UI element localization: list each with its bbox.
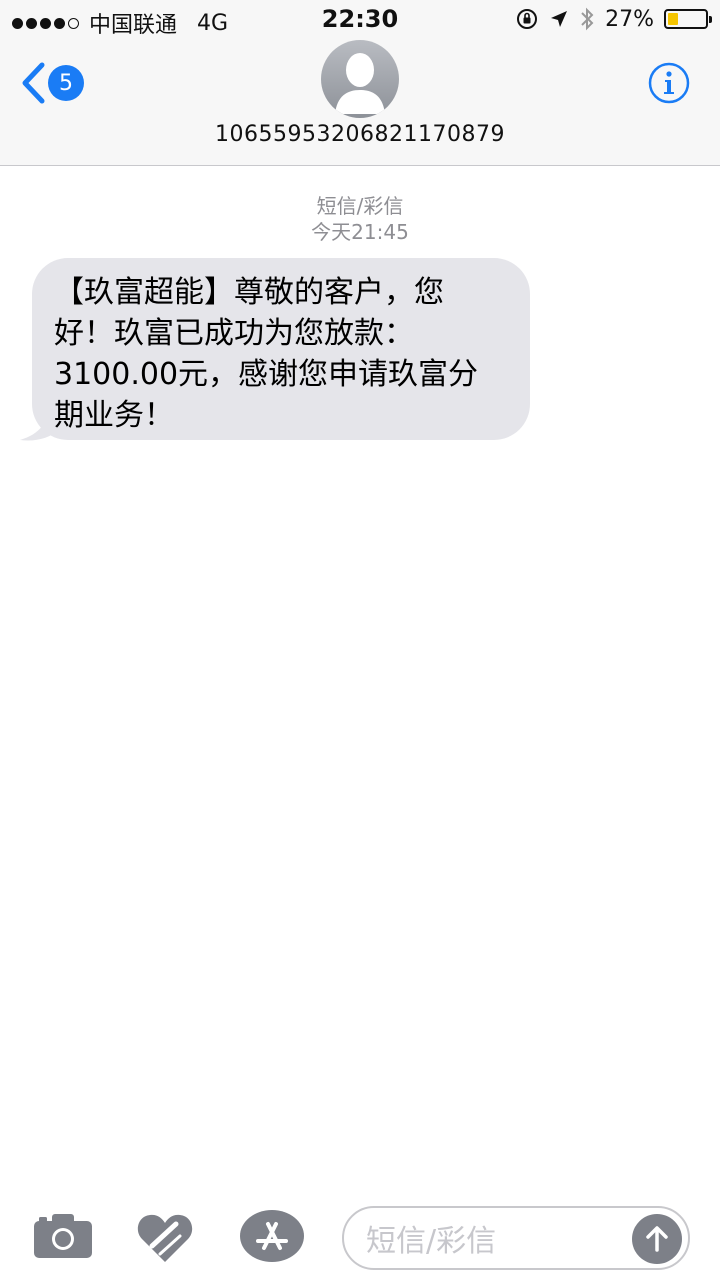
conversation-header: 5 10655953206821170879 — [0, 40, 720, 166]
status-bar: 中国联通 4G 22:30 27% — [0, 0, 720, 40]
message-bubble[interactable]: 【玖富超能】尊敬的客户，您 好！玖富已成功为您放款： 3100.00元，感谢您申… — [18, 258, 530, 442]
app-store-icon[interactable] — [240, 1210, 304, 1262]
back-button[interactable]: 5 — [20, 62, 84, 104]
message-text: 【玖富超能】尊敬的客户，您 好！玖富已成功为您放款： 3100.00元，感谢您申… — [32, 258, 530, 440]
input-placeholder: 短信/彩信 — [366, 1224, 497, 1259]
message-line: 好！玖富已成功为您放款： — [54, 316, 414, 351]
send-button[interactable] — [632, 1214, 682, 1264]
status-right: 27% — [515, 6, 712, 32]
message-input[interactable]: 短信/彩信 — [342, 1206, 690, 1270]
contact-number[interactable]: 10655953206821170879 — [0, 122, 720, 147]
contact-avatar-icon[interactable] — [321, 40, 399, 118]
message-line: 期业务！ — [54, 398, 174, 433]
back-chevron-icon — [22, 62, 45, 104]
digital-touch-icon[interactable] — [136, 1210, 194, 1264]
service-type-label: 短信/彩信 — [316, 194, 404, 218]
battery-fill — [668, 13, 678, 25]
message-timestamp: 今天21:45 — [311, 220, 409, 244]
message-line: 3100.00元，感谢您申请玖富分 — [54, 357, 479, 392]
unread-count-badge: 5 — [48, 65, 84, 101]
avatar-silhouette — [335, 53, 385, 114]
camera-icon[interactable] — [34, 1214, 92, 1258]
send-arrow-icon — [646, 1226, 668, 1252]
bluetooth-icon — [581, 7, 594, 31]
compose-toolbar: 短信/彩信 — [0, 1198, 720, 1280]
battery-percent: 27% — [605, 6, 654, 32]
info-icon[interactable] — [648, 62, 690, 104]
location-arrow-icon — [551, 11, 568, 27]
messages-screen: 中国联通 4G 22:30 27% 5 10655953206821170879… — [0, 0, 720, 1280]
battery-icon — [664, 9, 712, 29]
orientation-lock-icon — [517, 9, 538, 29]
message-line: 【玖富超能】尊敬的客户，您 — [54, 275, 444, 310]
